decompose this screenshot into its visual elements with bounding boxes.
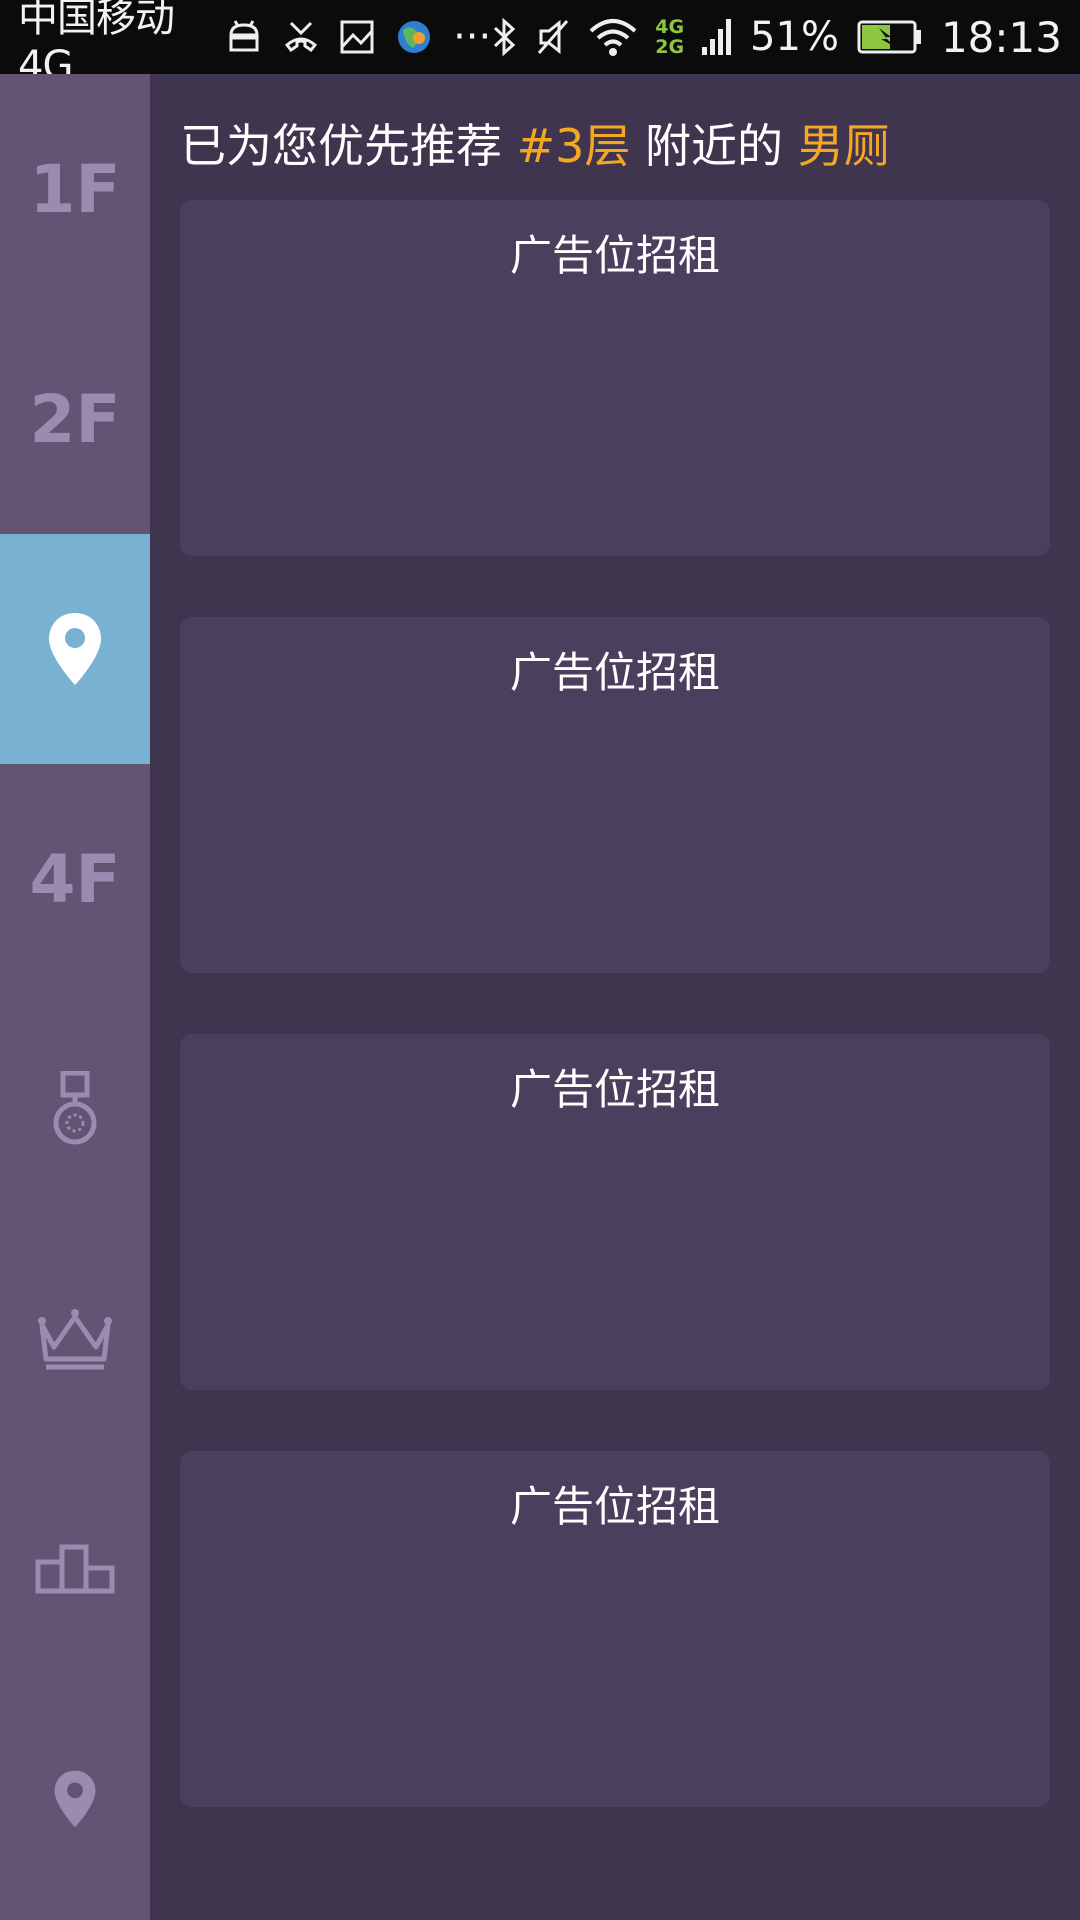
podium-icon xyxy=(35,1544,115,1594)
sidebar-item-label: 1F xyxy=(29,150,121,228)
android-icon xyxy=(225,19,263,55)
crown-icon xyxy=(36,1307,114,1371)
ad-label: 广告位招租 xyxy=(509,231,720,280)
ad-label: 广告位招租 xyxy=(509,648,720,697)
sidebar-item-location[interactable] xyxy=(0,1684,150,1914)
sidebar-item-current-location[interactable] xyxy=(0,534,150,764)
main-content: 已为您优先推荐 #3层 附近的 男厕 广告位招租 广告位招租 广告位招租 广告位… xyxy=(150,74,1080,1920)
battery-percent: 51% xyxy=(750,14,839,60)
browser-icon xyxy=(395,18,433,56)
sidebar-item-label: 2F xyxy=(29,380,121,458)
ad-card[interactable]: 广告位招租 xyxy=(180,1451,1050,1807)
network-type: 4G 2G xyxy=(655,16,685,58)
ad-label: 广告位招租 xyxy=(509,1482,720,1531)
more-indicator: ··· xyxy=(453,14,492,60)
signal-icon xyxy=(702,17,732,57)
image-icon xyxy=(339,19,375,55)
bluetooth-icon xyxy=(491,17,517,57)
headline-prefix: 已为您优先推荐 xyxy=(180,119,517,173)
mute-icon xyxy=(535,17,571,57)
headline-target: 男厕 xyxy=(797,119,890,173)
sidebar-item-4f[interactable]: 4F xyxy=(0,764,150,994)
ad-card[interactable]: 广告位招租 xyxy=(180,200,1050,556)
location-pin-icon xyxy=(47,611,103,687)
floor-sidebar: 1F 2F 4F xyxy=(0,74,150,1920)
medal-icon xyxy=(52,1071,98,1147)
missed-call-icon xyxy=(283,19,319,55)
sidebar-item-crown[interactable] xyxy=(0,1224,150,1454)
ad-card[interactable]: 广告位招租 xyxy=(180,617,1050,973)
sidebar-item-2f[interactable]: 2F xyxy=(0,304,150,534)
sidebar-item-label: 4F xyxy=(29,840,121,918)
sidebar-item-1f[interactable]: 1F xyxy=(0,74,150,304)
headline-middle: 附近的 xyxy=(630,119,798,173)
status-bar: 中国移动4G ··· 4G 2G 51% 18:13 xyxy=(0,0,1080,89)
recommendation-headline: 已为您优先推荐 #3层 附近的 男厕 xyxy=(180,110,890,176)
location-pin-icon xyxy=(53,1769,97,1829)
sidebar-item-medal[interactable] xyxy=(0,994,150,1224)
clock: 18:13 xyxy=(940,12,1062,62)
sidebar-item-podium[interactable] xyxy=(0,1454,150,1684)
battery-charging-icon xyxy=(857,20,923,54)
headline-floor: #3层 xyxy=(516,119,631,173)
ad-label: 广告位招租 xyxy=(509,1065,720,1114)
ad-card[interactable]: 广告位招租 xyxy=(180,1034,1050,1390)
wifi-icon xyxy=(589,17,637,57)
